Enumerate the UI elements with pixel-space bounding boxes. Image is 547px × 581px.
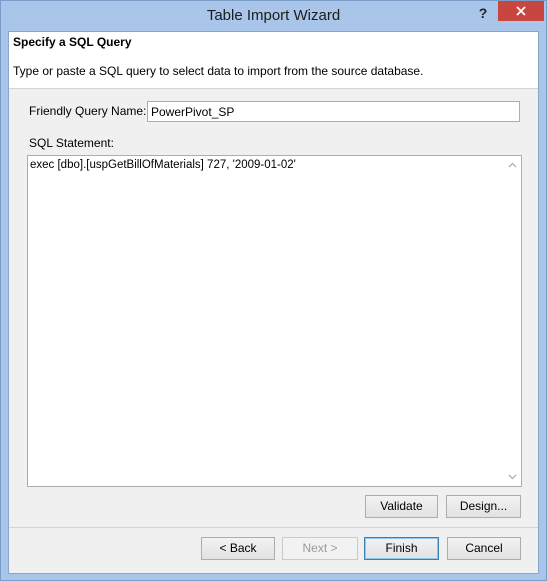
chevron-down-icon[interactable] bbox=[508, 474, 517, 480]
table-import-wizard-window: Table Import Wizard ? Specify a SQL Quer… bbox=[0, 0, 547, 581]
page-subtitle: Type or paste a SQL query to select data… bbox=[13, 64, 424, 78]
finish-button[interactable]: Finish bbox=[364, 537, 439, 560]
close-button[interactable] bbox=[498, 1, 544, 21]
design-button[interactable]: Design... bbox=[446, 495, 521, 518]
sql-statement-label: SQL Statement: bbox=[29, 136, 114, 150]
wizard-header: Specify a SQL Query Type or paste a SQL … bbox=[9, 32, 538, 89]
title-bar[interactable]: Table Import Wizard ? bbox=[1, 1, 546, 31]
validate-button[interactable]: Validate bbox=[365, 495, 438, 518]
cancel-button[interactable]: Cancel bbox=[447, 537, 521, 560]
next-button[interactable]: Next > bbox=[282, 537, 358, 560]
window-title: Table Import Wizard bbox=[206, 7, 341, 24]
close-icon bbox=[516, 6, 526, 16]
sql-scrollbar[interactable] bbox=[504, 156, 521, 486]
back-button[interactable]: < Back bbox=[201, 537, 275, 560]
page-title: Specify a SQL Query bbox=[13, 35, 132, 49]
footer-divider bbox=[9, 527, 538, 528]
chevron-up-icon[interactable] bbox=[508, 162, 517, 168]
sql-statement-textarea[interactable]: exec [dbo].[uspGetBillOfMaterials] 727, … bbox=[27, 155, 522, 487]
dialog-body: Specify a SQL Query Type or paste a SQL … bbox=[8, 31, 539, 574]
friendly-query-name-input[interactable] bbox=[147, 101, 520, 122]
friendly-query-name-label: Friendly Query Name: bbox=[29, 104, 147, 118]
help-button[interactable]: ? bbox=[471, 3, 495, 23]
sql-statement-text: exec [dbo].[uspGetBillOfMaterials] 727, … bbox=[30, 159, 296, 171]
